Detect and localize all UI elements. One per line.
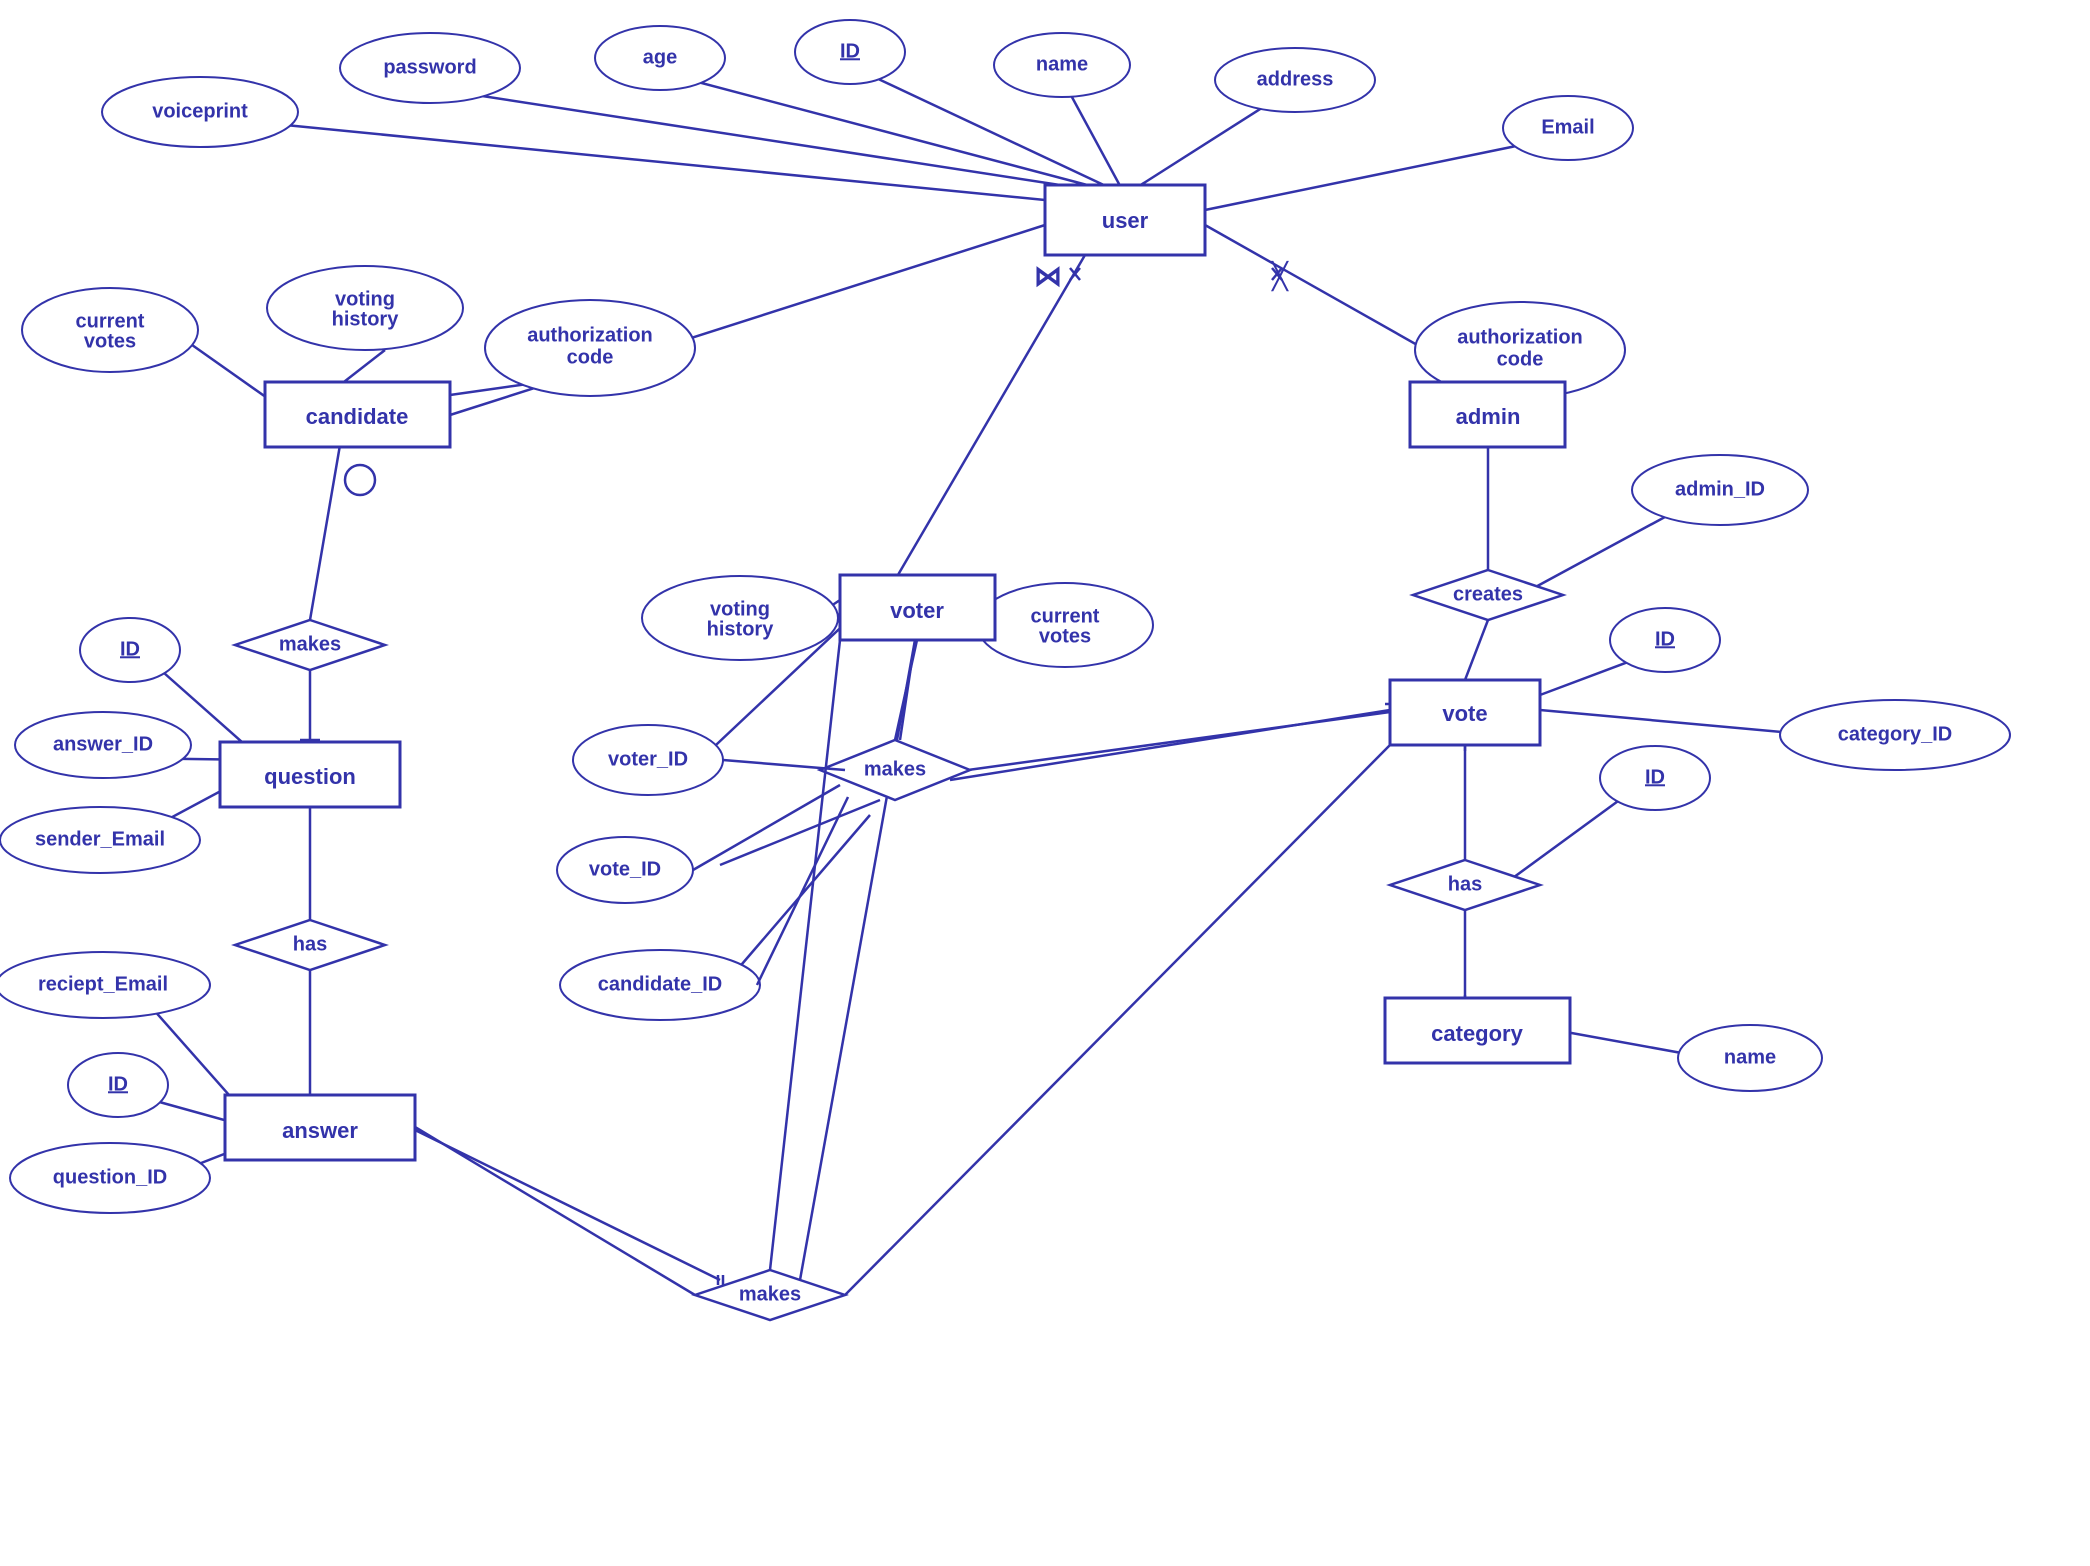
attr-answer-id-label: answer_ID — [53, 733, 153, 755]
attr-category-name-label: name — [1724, 1046, 1776, 1068]
entity-answer-label: answer — [282, 1118, 358, 1143]
entity-category-label: category — [1431, 1021, 1523, 1046]
er-diagram: .entity-rect { fill: white; stroke: #333… — [0, 0, 2090, 1566]
attr-voting-hist-cand-label: voting — [335, 288, 395, 310]
attr-reciept-email-label: reciept_Email — [38, 973, 168, 995]
attr-sender-email-label: sender_Email — [35, 828, 165, 850]
attr-voter-id-label: voter_ID — [608, 748, 688, 770]
attr-candidate-id-label: candidate_ID — [598, 973, 722, 995]
entity-question-label: question — [264, 764, 356, 789]
attr-voiceprint-label: voiceprint — [152, 100, 248, 122]
svg-text:code: code — [1497, 348, 1544, 370]
svg-text:votes: votes — [84, 330, 136, 352]
rel-creates-label: creates — [1453, 583, 1523, 605]
rel-makes-voter-label: makes — [864, 758, 926, 780]
entity-candidate-label: candidate — [306, 404, 409, 429]
entity-admin-label: admin — [1456, 404, 1521, 429]
attr-vote-has-id-label: ID — [1645, 766, 1665, 788]
attr-answer-id2-label: ID — [108, 1073, 128, 1095]
svg-text:code: code — [567, 346, 614, 368]
attr-age-label: age — [643, 46, 677, 68]
attr-current-votes-cand-label: current — [76, 310, 145, 332]
svg-text:history: history — [707, 618, 775, 640]
svg-text:votes: votes — [1039, 625, 1091, 647]
attr-question-id2-label: question_ID — [53, 1166, 167, 1188]
attr-creates-id-label: ID — [1655, 628, 1675, 650]
entity-voter-label: voter — [890, 598, 944, 623]
svg-text:⋈: ⋈ — [1034, 260, 1062, 291]
attr-current-votes-voter-label: current — [1031, 605, 1100, 627]
attr-vote-id-label: vote_ID — [589, 858, 661, 880]
attr-user-id-label: ID — [840, 40, 860, 62]
attr-auth-code-cand-label: authorization — [527, 324, 653, 346]
entity-vote-label: vote — [1442, 701, 1487, 726]
attr-address-label: address — [1257, 68, 1334, 90]
rel-has-question-label: has — [293, 933, 327, 955]
attr-auth-code-admin-label: authorization — [1457, 326, 1583, 348]
svg-text:history: history — [332, 308, 400, 330]
rel-has-vote-label: has — [1448, 873, 1482, 895]
attr-admin-id-label: admin_ID — [1675, 478, 1765, 500]
attr-question-id-label: ID — [120, 638, 140, 660]
attr-category-id-label: category_ID — [1838, 723, 1953, 745]
rel-makes-candidate-label: makes — [279, 633, 341, 655]
entity-user-label: user — [1102, 208, 1149, 233]
attr-voting-hist-voter-label: voting — [710, 598, 770, 620]
attr-email-label: Email — [1541, 116, 1594, 138]
attr-name-label: name — [1036, 53, 1088, 75]
attr-password-label: password — [383, 56, 476, 78]
rel-makes-answer-label: makes — [739, 1283, 801, 1305]
